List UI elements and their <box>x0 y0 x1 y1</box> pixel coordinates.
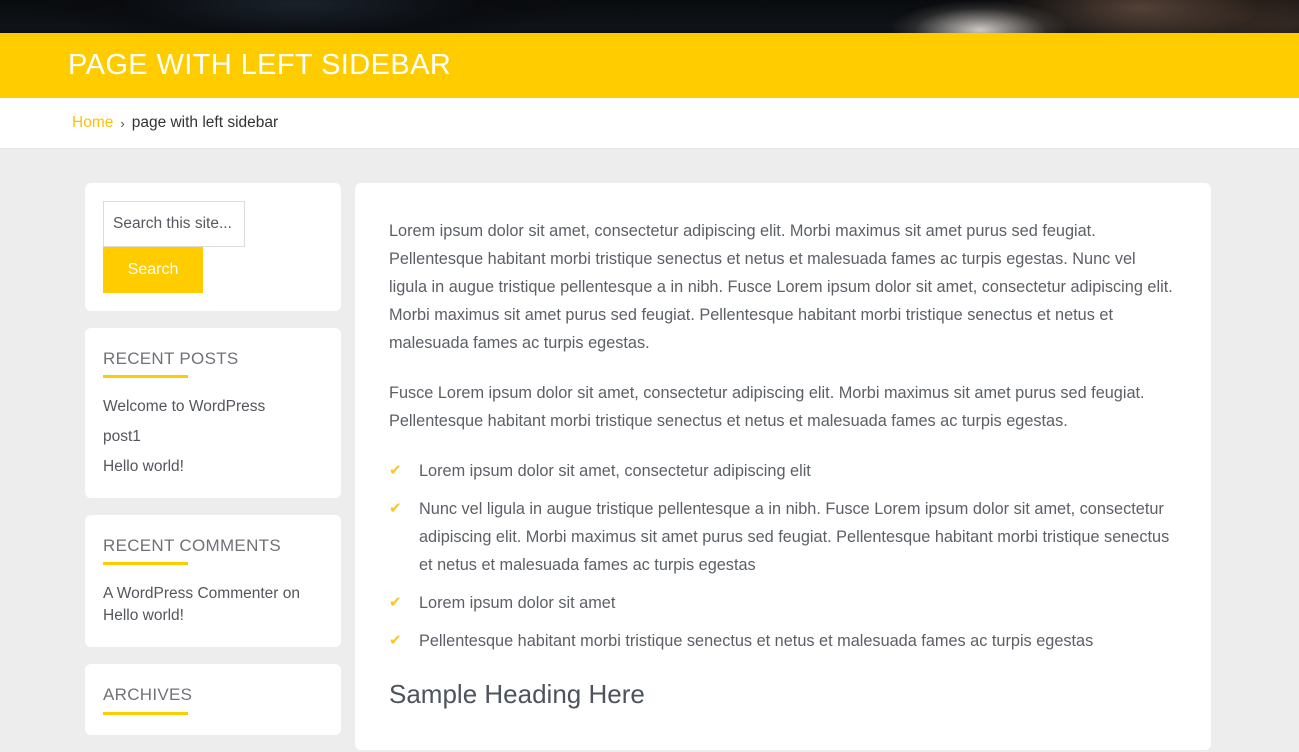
sample-heading: Sample Heading Here <box>389 679 645 710</box>
breadcrumb: Home › page with left sidebar <box>72 114 278 132</box>
comment-post-link[interactable]: Hello world! <box>103 607 184 624</box>
check-list-item: ✔ Nunc vel ligula in augue tristique pel… <box>389 495 1173 579</box>
check-list-item: ✔ Pellentesque habitant morbi tristique … <box>389 627 1173 655</box>
check-list-item-label: Nunc vel ligula in augue tristique pelle… <box>419 500 1170 575</box>
page-body: Search RECENT POSTS Welcome to WordPress… <box>0 150 1299 751</box>
widget-recent-posts: RECENT POSTS Welcome to WordPress post1 … <box>85 328 341 499</box>
list-item: Hello world! <box>103 456 323 478</box>
recent-posts-list: Welcome to WordPress post1 Hello world! <box>103 396 323 478</box>
check-icon: ✔ <box>389 462 402 480</box>
search-button[interactable]: Search <box>103 247 203 293</box>
check-list-item: ✔ Lorem ipsum dolor sit amet <box>389 589 1173 617</box>
check-list-item-label: Pellentesque habitant morbi tristique se… <box>419 632 1094 651</box>
widget-title-underline <box>103 375 188 379</box>
chevron-right-icon: › <box>120 115 125 131</box>
content-paragraph-2: Fusce Lorem ipsum dolor sit amet, consec… <box>389 384 1145 431</box>
check-list-item-label: Lorem ipsum dolor sit amet <box>419 594 616 613</box>
widget-title-recent-comments: RECENT COMMENTS <box>103 536 281 556</box>
breadcrumb-bar: Home › page with left sidebar <box>0 98 1299 149</box>
widget-search: Search <box>85 183 341 311</box>
check-list: ✔ Lorem ipsum dolor sit amet, consectetu… <box>389 457 1173 655</box>
recent-comment-item: A WordPress Commenter on Hello world! <box>103 583 323 627</box>
check-icon: ✔ <box>389 500 402 518</box>
widget-title-recent-posts: RECENT POSTS <box>103 349 239 368</box>
widget-title-underline <box>103 711 188 715</box>
widget-title-underline <box>103 562 188 566</box>
check-icon: ✔ <box>389 594 402 612</box>
widget-title-archives: ARCHIVES <box>103 685 193 705</box>
search-input[interactable] <box>103 201 245 247</box>
list-item: post1 <box>103 426 323 448</box>
check-icon: ✔ <box>389 632 402 650</box>
comment-author-link[interactable]: A WordPress Commenter <box>103 585 278 602</box>
check-list-item: ✔ Lorem ipsum dolor sit amet, consectetu… <box>389 457 1173 485</box>
main-content-card: Lorem ipsum dolor sit amet, consectetur … <box>355 183 1211 751</box>
hero-image-strip <box>0 0 1299 33</box>
page-title-band: PAGE WITH LEFT SIDEBAR <box>0 33 1299 98</box>
content-paragraph-1: Lorem ipsum dolor sit amet, consectetur … <box>389 222 1173 353</box>
widget-recent-comments: RECENT COMMENTS A WordPress Commenter on… <box>85 515 341 648</box>
breadcrumb-current: page with left sidebar <box>131 114 279 131</box>
list-item: Welcome to WordPress <box>103 396 323 418</box>
breadcrumb-home-link[interactable]: Home <box>72 114 113 132</box>
comment-on-label: on <box>282 585 300 603</box>
recent-post-link-3[interactable]: Hello world! <box>103 458 184 475</box>
widget-archives: ARCHIVES <box>85 664 341 735</box>
check-list-item-label: Lorem ipsum dolor sit amet, consectetur … <box>419 462 811 481</box>
recent-post-link-2[interactable]: post1 <box>103 428 141 445</box>
left-sidebar: Search RECENT POSTS Welcome to WordPress… <box>85 183 341 752</box>
recent-post-link-1[interactable]: Welcome to WordPress <box>103 398 265 415</box>
page-title: PAGE WITH LEFT SIDEBAR <box>68 49 452 81</box>
